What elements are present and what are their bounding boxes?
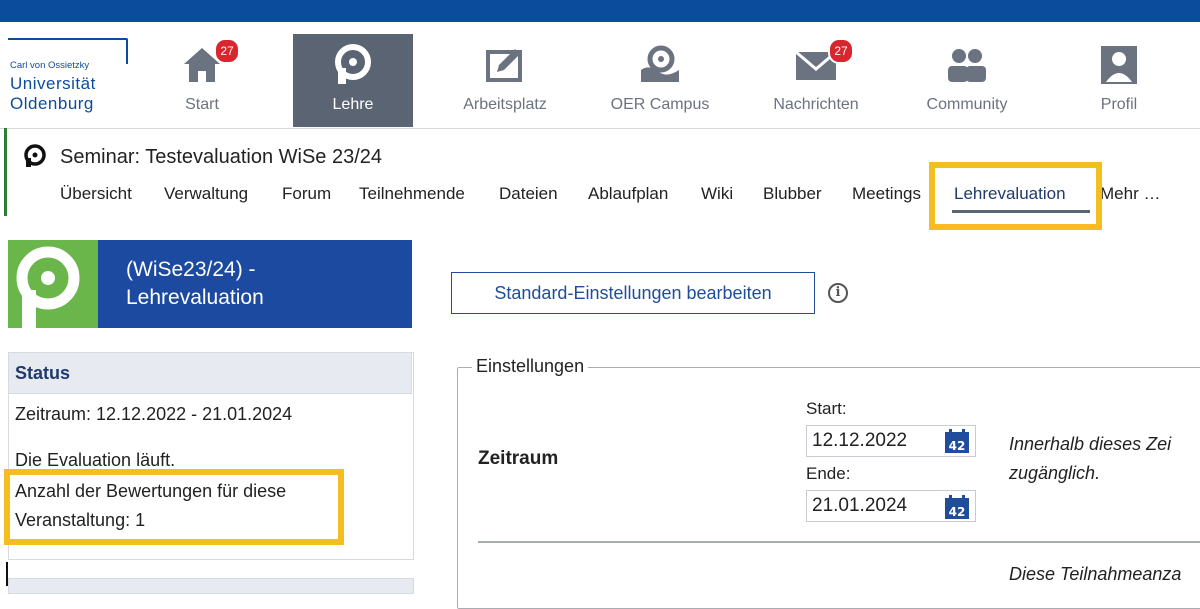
settings-legend: Einstellungen <box>472 356 589 377</box>
calendar-icon[interactable]: 42 <box>944 428 970 454</box>
logo-line-3: Oldenburg <box>10 94 94 113</box>
end-label: Ende: <box>806 464 851 483</box>
sidebar-title-line-1: (WiSe23/24) - <box>126 258 256 281</box>
calendar-day-label: 42 <box>949 505 966 519</box>
fieldset-divider <box>478 541 1200 543</box>
nav-start-label: Start <box>185 96 219 113</box>
nav-profil[interactable]: Profil <box>1059 34 1179 124</box>
sidebar-title: (WiSe23/24) - Lehrevaluation <box>126 256 264 312</box>
nav-profil-label: Profil <box>1100 96 1138 113</box>
sidebar-next-box <box>8 578 414 594</box>
tab-blubber[interactable]: Blubber <box>763 184 822 204</box>
tab-teilnehmende[interactable]: Teilnehmende <box>359 184 465 204</box>
community-icon <box>948 49 986 82</box>
nav-start[interactable]: 27 Start <box>142 34 262 124</box>
start-badge: 27 <box>214 38 240 64</box>
sidebar-header: (WiSe23/24) - Lehrevaluation <box>8 240 412 328</box>
tab-wiki[interactable]: Wiki <box>701 184 733 204</box>
tab-dateien[interactable]: Dateien <box>499 184 558 204</box>
tab-forum[interactable]: Forum <box>282 184 331 204</box>
calendar-icon[interactable]: 42 <box>944 494 970 520</box>
nachrichten-badge: 27 <box>828 38 854 64</box>
logo-line-2: Universität <box>10 74 96 93</box>
lehre-icon <box>335 44 371 84</box>
highlight-count <box>4 469 344 545</box>
oer-campus-icon <box>641 45 679 82</box>
teilnahme-hint: Diese Teilnahmeanza <box>1009 564 1182 584</box>
info-icon[interactable]: i <box>828 283 848 303</box>
tab-ablaufplan[interactable]: Ablaufplan <box>588 184 668 204</box>
nav-arbeitsplatz-label: Arbeitsplatz <box>463 96 547 113</box>
zeitraum-label: Zeitraum <box>478 448 559 469</box>
course-icon <box>24 144 46 167</box>
nav-nachrichten-label: Nachrichten <box>773 96 859 113</box>
nav-community[interactable]: Community <box>907 34 1027 124</box>
zeitraum-hint-line-2: zugänglich. <box>1009 463 1101 483</box>
nav-oer-campus[interactable]: OER Campus <box>600 34 720 124</box>
nav-lehre-label: Lehre <box>332 96 374 113</box>
tab-verwaltung[interactable]: Verwaltung <box>164 184 248 204</box>
tab-mehr[interactable]: Mehr … <box>1100 184 1160 204</box>
top-bar <box>0 0 1200 22</box>
tab-meetings[interactable]: Meetings <box>852 184 921 204</box>
nav-oer-campus-label: OER Campus <box>610 96 710 113</box>
university-logo[interactable]: Carl von Ossietzky Universität Oldenburg <box>6 30 128 120</box>
profile-icon <box>1101 46 1137 84</box>
workplace-icon <box>486 49 522 82</box>
course-title: Seminar: Testevaluation WiSe 23/24 <box>60 146 383 168</box>
text-cursor <box>6 562 8 586</box>
nav-nachrichten[interactable]: 27 Nachrichten <box>756 34 876 124</box>
lehrevaluation-logo <box>8 240 98 328</box>
status-title: Status <box>15 363 71 383</box>
zeitraum-hint-line-1: Innerhalb dieses Zei <box>1009 434 1172 454</box>
highlight-lehrevaluation-tab <box>929 162 1102 230</box>
status-zeitraum: Zeitraum: 12.12.2022 - 21.01.2024 <box>15 404 293 424</box>
standard-settings-button[interactable]: Standard-Einstellungen bearbeiten <box>451 272 815 314</box>
active-nav-underline <box>293 123 413 127</box>
start-label: Start: <box>806 399 847 418</box>
nav-community-label: Community <box>926 96 1008 113</box>
calendar-day-label: 42 <box>949 439 966 453</box>
nav-lehre[interactable]: Lehre <box>293 34 413 124</box>
sidebar-title-line-2: Lehrevaluation <box>126 286 264 309</box>
logo-line-1: Carl von Ossietzky <box>10 60 90 71</box>
status-running: Die Evaluation läuft. <box>15 450 176 470</box>
tab-uebersicht[interactable]: Übersicht <box>60 184 132 204</box>
lehrevaluation-icon <box>16 246 80 328</box>
nav-arbeitsplatz[interactable]: Arbeitsplatz <box>445 34 565 124</box>
